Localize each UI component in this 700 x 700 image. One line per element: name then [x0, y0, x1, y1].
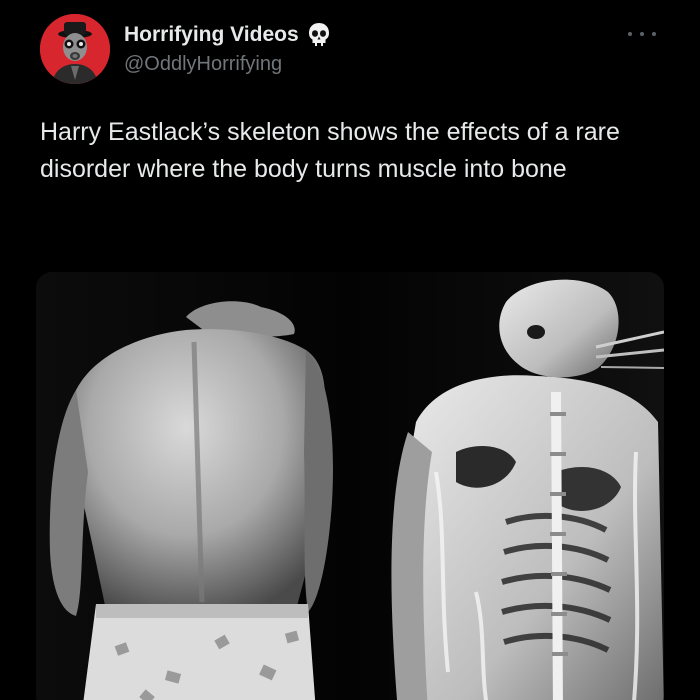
tweet-text: Harry Eastlack’s skeleton shows the effe… [40, 118, 620, 183]
skull-icon [308, 23, 329, 46]
author-display-name[interactable]: Horrifying Videos [124, 23, 299, 47]
author-name-row: Horrifying Videos [124, 22, 331, 48]
tweet-card[interactable]: Horrifying Videos @OddlyHorrifying Harry… [0, 0, 700, 700]
more-options-icon[interactable] [628, 28, 656, 40]
tweet-media[interactable] [36, 272, 664, 700]
gas-mask-figure-icon [40, 14, 110, 84]
media-photo [36, 272, 664, 700]
more-dot [652, 32, 656, 36]
avatar[interactable] [40, 14, 110, 84]
more-dot [640, 32, 644, 36]
author-handle[interactable]: @OddlyHorrifying [124, 53, 282, 76]
more-dot [628, 32, 632, 36]
